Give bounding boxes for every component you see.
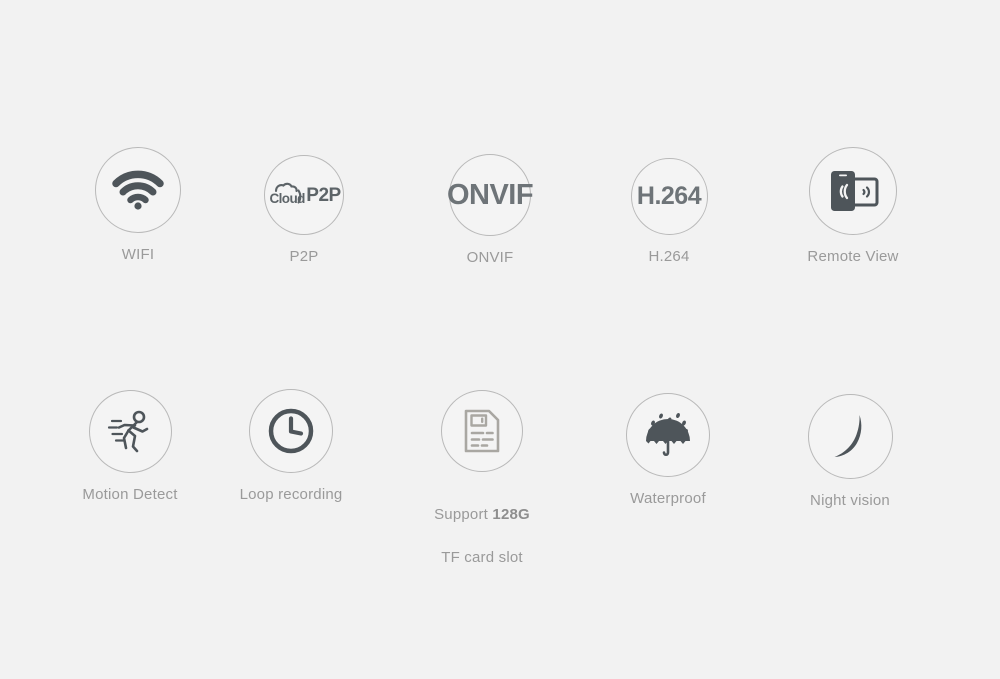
memory-card-icon [464,409,500,453]
feature-item-motion-detect: Motion Detect [40,390,220,505]
remote-view-icon-circle [809,147,897,235]
feature-label-remote-view: Remote View [807,248,899,265]
feature-item-remote-view: Remote View [763,147,943,267]
tf-card-label-prefix: Support [434,506,493,524]
feature-label-onvif: ONVIF [466,249,514,266]
tablet-shape [850,177,879,207]
feature-label-waterproof: Waterproof [630,490,706,507]
feature-label-h264: H.264 [648,248,690,265]
tf-card-label-line2: TF card slot [441,548,523,566]
feature-label-night-vision: Night vision [810,492,890,509]
tf-card-icon-circle [441,390,523,472]
feature-item-p2p: Cloud P2P P2P [214,155,394,267]
onvif-badge-icon: ONVIF [446,178,534,211]
loop-recording-icon-circle [249,389,333,473]
feature-label-tf-card: Support 128G TF card slot [434,483,530,568]
feature-item-night-vision: Night vision [760,394,940,511]
clock-icon [268,408,314,454]
onvif-icon-circle: ONVIF [446,154,534,236]
running-person-motion-icon [107,410,149,452]
feature-label-p2p: P2P [289,248,319,265]
feature-item-waterproof: Waterproof [578,393,758,509]
feature-item-h264: H.264 H.264 [579,158,759,267]
cloud-p2p-icon: Cloud P2P [267,182,341,208]
wifi-icon-circle [95,147,181,233]
motion-detect-icon-circle [88,390,172,473]
umbrella-rain-icon [646,413,690,457]
clock-hands [288,416,304,436]
phone-shape [831,171,855,211]
waterproof-icon-circle [626,393,710,477]
feature-item-wifi: WIFI [48,147,228,265]
feature-label-wifi: WIFI [121,246,155,263]
feature-item-tf-card: Support 128G TF card slot [392,390,572,568]
crescent-moon-icon [834,414,862,457]
wifi-dot [134,202,142,210]
p2p-icon-circle: Cloud P2P [264,155,344,235]
feature-label-motion-detect: Motion Detect [82,486,178,503]
night-vision-icon-circle [807,394,893,479]
h264-icon-circle: H.264 [630,158,708,235]
wifi-icon [112,170,164,210]
feature-item-loop-recording: Loop recording [201,389,381,505]
h264-badge-icon: H.264 [636,182,702,210]
feature-item-onvif: ONVIF ONVIF [400,154,580,268]
feature-highlights-board: WIFI Cloud P2P P2P ONVIF ONVIF H.264 H.2… [0,0,1000,679]
feature-label-loop-recording: Loop recording [239,486,343,503]
cloud-icon: Cloud [270,182,305,206]
tf-card-label-capacity: 128G [492,506,530,524]
phone-tablet-remote-view-icon [831,171,879,211]
p2p-icon-text: P2P [306,185,341,206]
